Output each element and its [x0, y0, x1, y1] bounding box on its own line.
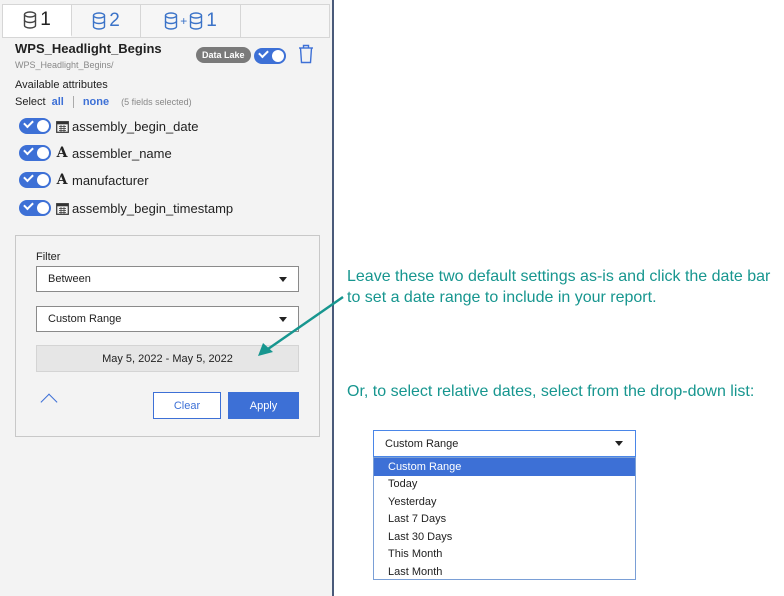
dropdown-option[interactable]: Last 7 Days [374, 511, 635, 529]
select-value: Custom Range [385, 437, 459, 450]
select-value: Between [48, 273, 91, 285]
attribute-row: assembly_begin_date [19, 117, 198, 135]
database-icon [190, 12, 203, 30]
attribute-name: assembler_name [72, 145, 172, 161]
datasource-tabs: 1 2 + 1 [2, 4, 330, 38]
select-none-link[interactable]: none [83, 96, 109, 108]
relative-date-select[interactable]: Custom Range [373, 430, 636, 457]
divider [72, 96, 74, 108]
fields-selected-count: (5 fields selected) [121, 97, 192, 107]
select-all-link[interactable]: all [52, 96, 64, 108]
data-lake-badge: Data Lake [196, 47, 251, 63]
available-attributes-heading: Available attributes [15, 79, 108, 91]
attribute-row: A assembler_name [19, 144, 172, 162]
trash-icon[interactable] [298, 44, 314, 64]
attribute-toggle[interactable] [19, 117, 51, 134]
calendar-icon [55, 119, 69, 133]
check-icon [23, 171, 34, 183]
database-icon [24, 11, 37, 29]
clear-button[interactable]: Clear [153, 392, 221, 419]
check-icon [23, 144, 34, 156]
attribute-name: manufacturer [72, 172, 149, 188]
datasource-toggle[interactable] [254, 47, 286, 64]
filter-label: Filter [36, 251, 61, 263]
dropdown-option[interactable]: Yesterday [374, 493, 635, 511]
apply-button[interactable]: Apply [228, 392, 299, 419]
dropdown-option[interactable]: Today [374, 476, 635, 494]
annotation-note-dropdown: Or, to select relative dates, select fro… [347, 383, 755, 400]
filter-box: Filter Between Custom Range May 5, 2022 … [15, 235, 320, 437]
select-value: Custom Range [48, 313, 122, 325]
calendar-icon [55, 201, 69, 215]
database-icon [165, 12, 178, 30]
attribute-toggle[interactable] [19, 171, 51, 188]
attribute-row: A manufacturer [19, 171, 149, 189]
dropdown-option[interactable]: This Month [374, 546, 635, 564]
attribute-toggle[interactable] [19, 144, 51, 161]
dropdown-option[interactable]: Custom Range [374, 458, 635, 476]
attribute-name: assembly_begin_date [72, 118, 199, 134]
chevron-up-icon[interactable] [40, 393, 58, 411]
plus-glyph: + [180, 14, 188, 28]
caret-down-icon [279, 277, 287, 282]
select-row: Select all none (5 fields selected) [15, 96, 192, 108]
dropdown-option[interactable]: Last Month [374, 563, 635, 581]
attribute-toggle[interactable] [19, 199, 51, 216]
check-icon [23, 117, 34, 129]
caret-down-icon [279, 317, 287, 322]
text-type-icon: A [56, 172, 68, 188]
filter-operator-select[interactable]: Between [36, 266, 299, 292]
database-icon [93, 12, 106, 30]
caret-down-icon [615, 441, 623, 446]
select-label: Select [15, 96, 46, 108]
tab-label: 1 [206, 10, 217, 31]
datasource-panel: 1 2 + 1 WPS_Headlight_Begins WPS_Headlig… [0, 0, 334, 596]
annotation-note-date-bar: Leave these two default settings as-is a… [347, 268, 771, 306]
date-range-bar[interactable]: May 5, 2022 - May 5, 2022 [36, 345, 299, 372]
tab-datasource-2[interactable]: 2 [72, 5, 141, 37]
tab-label: 2 [109, 10, 120, 31]
relative-date-options: Custom Range Today Yesterday Last 7 Days… [373, 457, 636, 580]
datasource-title: WPS_Headlight_Begins [15, 41, 162, 56]
datasource-path: WPS_Headlight_Begins/ [15, 60, 114, 70]
attribute-name: assembly_begin_timestamp [72, 200, 234, 216]
check-icon [23, 199, 34, 211]
text-type-icon: A [56, 145, 68, 161]
tab-datasource-1[interactable]: 1 [3, 5, 72, 37]
attribute-row: assembly_begin_timestamp [19, 199, 233, 217]
tab-label: 1 [40, 9, 51, 30]
check-icon [258, 47, 269, 59]
dropdown-option[interactable]: Last 30 Days [374, 528, 635, 546]
filter-range-select[interactable]: Custom Range [36, 306, 299, 332]
tab-datasource-join[interactable]: + 1 [141, 5, 241, 37]
